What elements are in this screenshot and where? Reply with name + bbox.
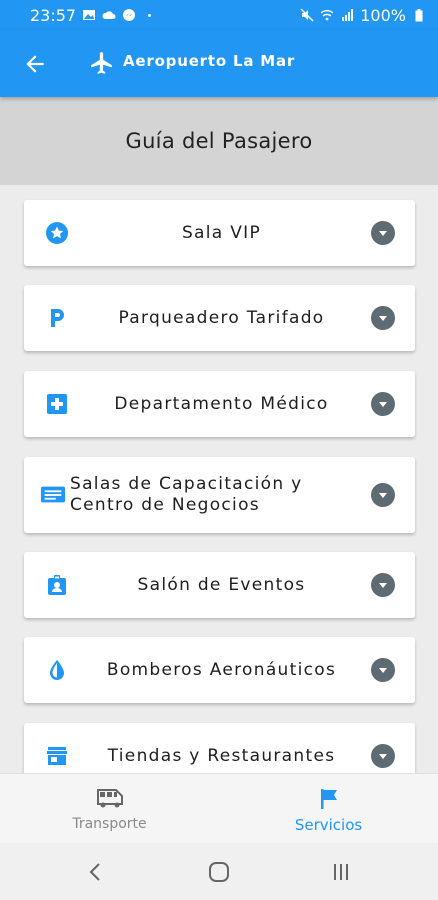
card-label: Sala VIP bbox=[181, 222, 262, 243]
system-nav-bar bbox=[0, 843, 438, 900]
chevron-down-icon[interactable] bbox=[371, 221, 395, 245]
page-title: Guía del Pasajero bbox=[125, 129, 313, 153]
cloud-notification-icon bbox=[102, 11, 116, 19]
nav-transport[interactable]: Transporte bbox=[0, 774, 219, 844]
parking-icon bbox=[44, 305, 70, 331]
status-left: 23:57 bbox=[30, 5, 152, 25]
badge-icon bbox=[44, 572, 70, 598]
star-circle-icon bbox=[44, 220, 70, 246]
chevron-down-icon[interactable] bbox=[371, 483, 395, 507]
card-parqueadero[interactable]: Parqueadero Tarifado bbox=[24, 285, 415, 351]
card-label: Tiendas y Restaurantes bbox=[107, 745, 336, 766]
system-recents-icon[interactable] bbox=[328, 859, 354, 885]
status-time: 23:57 bbox=[30, 5, 77, 25]
card-tiendas[interactable]: Tiendas y Restaurantes bbox=[24, 723, 415, 773]
card-label: Salón de Eventos bbox=[137, 574, 306, 595]
card-label: Salas de Capacitación y Centro de Negoci… bbox=[70, 474, 363, 516]
airplane-icon bbox=[91, 52, 112, 74]
status-right: 100% bbox=[300, 6, 426, 25]
flag-icon bbox=[318, 787, 340, 815]
chevron-down-icon[interactable] bbox=[371, 744, 395, 768]
battery-icon bbox=[415, 9, 423, 22]
card-departamento-medico[interactable]: Departamento Médico bbox=[24, 371, 415, 437]
card-label-line1: Salas de Capacitación y bbox=[70, 474, 303, 494]
more-notifications-dot bbox=[148, 13, 152, 17]
chevron-down-icon[interactable] bbox=[371, 573, 395, 597]
page-header: Guía del Pasajero bbox=[0, 97, 438, 185]
card-bomberos[interactable]: Bomberos Aeronáuticos bbox=[24, 637, 415, 703]
services-list[interactable]: Sala VIP Parqueadero Tarifado Departamen… bbox=[0, 185, 438, 773]
nav-services[interactable]: Servicios bbox=[219, 774, 438, 844]
battery-percent: 100% bbox=[360, 5, 406, 25]
medical-cross-icon bbox=[44, 391, 70, 417]
bus-icon bbox=[95, 787, 125, 813]
card-label: Parqueadero Tarifado bbox=[118, 307, 325, 328]
bottom-nav: Transporte Servicios bbox=[0, 773, 438, 844]
chevron-down-icon[interactable] bbox=[371, 392, 395, 416]
chevron-down-icon[interactable] bbox=[371, 658, 395, 682]
card-label-line2: Centro de Negocios bbox=[70, 495, 260, 515]
nav-transport-label: Transporte bbox=[72, 816, 147, 832]
mute-icon bbox=[300, 8, 314, 22]
status-bar: 23:57 100% bbox=[0, 0, 438, 30]
card-label: Departamento Médico bbox=[114, 393, 329, 414]
signal-icon bbox=[342, 9, 354, 21]
card-label: Bomberos Aeronáuticos bbox=[106, 659, 337, 680]
chevron-down-icon[interactable] bbox=[371, 306, 395, 330]
store-icon bbox=[44, 743, 70, 769]
nav-services-label: Servicios bbox=[294, 816, 363, 834]
back-arrow-icon[interactable] bbox=[22, 51, 48, 77]
water-drop-icon bbox=[44, 657, 70, 683]
system-back-icon[interactable] bbox=[83, 859, 109, 885]
messenger-notification-icon bbox=[123, 9, 136, 21]
card-sala-vip[interactable]: Sala VIP bbox=[24, 200, 415, 266]
app-bar: Aeropuerto La Mar bbox=[0, 30, 438, 97]
image-notification-icon bbox=[83, 10, 96, 20]
system-home-icon[interactable] bbox=[206, 859, 232, 885]
app-title: Aeropuerto La Mar bbox=[123, 52, 296, 70]
presentation-icon bbox=[40, 482, 66, 508]
card-salon-eventos[interactable]: Salón de Eventos bbox=[24, 552, 415, 618]
card-salas-capacitacion[interactable]: Salas de Capacitación y Centro de Negoci… bbox=[24, 457, 415, 533]
wifi-icon bbox=[320, 10, 334, 21]
